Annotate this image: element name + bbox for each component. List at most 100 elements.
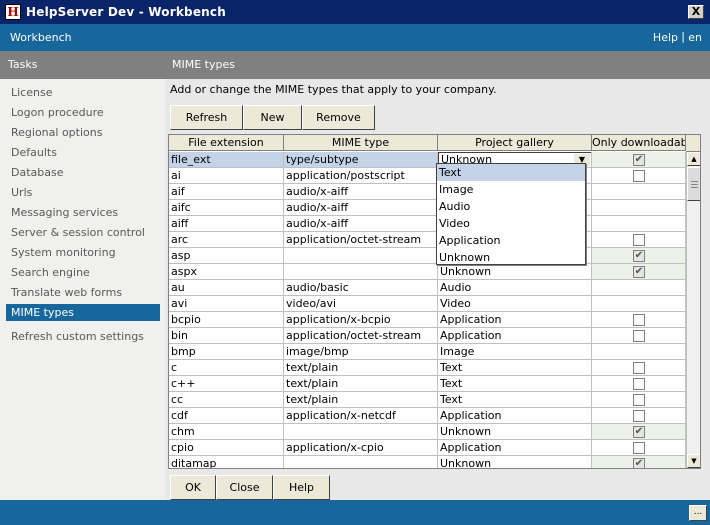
- table-row[interactable]: ditamap Unknown ✔: [169, 456, 686, 468]
- checkbox-checked-icon[interactable]: ✔: [633, 250, 645, 262]
- mime-type-cell[interactable]: application/x-cpio: [284, 440, 438, 456]
- scroll-up-arrow-icon[interactable]: ▲: [687, 152, 700, 166]
- sidebar-item-regional-options[interactable]: Regional options: [6, 124, 160, 141]
- only-downloadable-cell[interactable]: [592, 360, 686, 376]
- table-row[interactable]: asp ✔: [169, 248, 686, 264]
- file-extension-cell[interactable]: ai: [169, 168, 284, 184]
- mime-type-cell[interactable]: application/x-bcpio: [284, 312, 438, 328]
- file-extension-cell[interactable]: cpio: [169, 440, 284, 456]
- dropdown-option-unknown[interactable]: Unknown: [437, 249, 585, 266]
- new-button[interactable]: New: [243, 105, 302, 130]
- checkbox-checked-icon[interactable]: ✔: [633, 426, 645, 438]
- only-downloadable-cell[interactable]: [592, 392, 686, 408]
- file-extension-cell[interactable]: chm: [169, 424, 284, 440]
- only-downloadable-cell[interactable]: ✔: [592, 424, 686, 440]
- only-downloadable-cell[interactable]: ✔: [592, 264, 686, 280]
- checkbox-checked-icon[interactable]: ✔: [633, 154, 645, 166]
- project-gallery-cell[interactable]: Application: [438, 408, 592, 424]
- checkbox[interactable]: [633, 362, 645, 374]
- scroll-thumb[interactable]: [687, 167, 700, 201]
- only-downloadable-cell[interactable]: [592, 440, 686, 456]
- only-downloadable-cell[interactable]: [592, 168, 686, 184]
- dropdown-option-application[interactable]: Application: [437, 232, 585, 249]
- only-downloadable-cell[interactable]: [592, 216, 686, 232]
- sidebar-item-mime-types[interactable]: MIME types: [6, 304, 160, 321]
- file-extension-cell[interactable]: bcpio: [169, 312, 284, 328]
- mime-type-cell[interactable]: video/avi: [284, 296, 438, 312]
- file-extension-cell[interactable]: avi: [169, 296, 284, 312]
- mime-type-cell[interactable]: application/octet-stream: [284, 232, 438, 248]
- project-gallery-cell[interactable]: Unknown: [438, 264, 592, 280]
- table-row[interactable]: arc application/octet-stream: [169, 232, 686, 248]
- checkbox[interactable]: [633, 378, 645, 390]
- file-extension-cell[interactable]: ditamap: [169, 456, 284, 468]
- language-link[interactable]: en: [688, 31, 702, 44]
- help-link[interactable]: Help: [653, 31, 678, 44]
- checkbox[interactable]: [633, 314, 645, 326]
- file-extension-cell[interactable]: cdf: [169, 408, 284, 424]
- only-downloadable-cell[interactable]: [592, 200, 686, 216]
- only-downloadable-cell[interactable]: [592, 232, 686, 248]
- close-button[interactable]: Close: [216, 475, 273, 500]
- scroll-down-arrow-icon[interactable]: ▼: [687, 454, 700, 468]
- column-header-file-extension[interactable]: File extension: [169, 135, 284, 151]
- file-extension-cell[interactable]: file_ext: [169, 152, 284, 168]
- file-extension-cell[interactable]: bin: [169, 328, 284, 344]
- file-extension-cell[interactable]: bmp: [169, 344, 284, 360]
- only-downloadable-cell[interactable]: [592, 344, 686, 360]
- mime-type-cell[interactable]: audio/x-aiff: [284, 184, 438, 200]
- file-extension-cell[interactable]: aifc: [169, 200, 284, 216]
- mime-type-cell[interactable]: [284, 248, 438, 264]
- mime-type-cell[interactable]: audio/x-aiff: [284, 200, 438, 216]
- table-row[interactable]: chm Unknown ✔: [169, 424, 686, 440]
- project-gallery-cell[interactable]: Application: [438, 312, 592, 328]
- only-downloadable-cell[interactable]: ✔: [592, 456, 686, 468]
- only-downloadable-cell[interactable]: [592, 184, 686, 200]
- checkbox[interactable]: [633, 234, 645, 246]
- project-gallery-cell[interactable]: Text: [438, 376, 592, 392]
- sidebar-item-messaging-services[interactable]: Messaging services: [6, 204, 160, 221]
- checkbox[interactable]: [633, 410, 645, 422]
- file-extension-cell[interactable]: aspx: [169, 264, 284, 280]
- project-gallery-cell[interactable]: Unknown: [438, 424, 592, 440]
- table-row[interactable]: bcpio application/x-bcpio Application: [169, 312, 686, 328]
- refresh-button[interactable]: Refresh: [170, 105, 243, 130]
- only-downloadable-cell[interactable]: ✔: [592, 152, 686, 168]
- remove-button[interactable]: Remove: [302, 105, 375, 130]
- sidebar-item-server-session-control[interactable]: Server & session control: [6, 224, 160, 241]
- help-button[interactable]: Help: [273, 475, 330, 500]
- file-extension-cell[interactable]: c++: [169, 376, 284, 392]
- mime-type-cell[interactable]: image/bmp: [284, 344, 438, 360]
- table-row[interactable]: cpio application/x-cpio Application: [169, 440, 686, 456]
- file-extension-cell[interactable]: aiff: [169, 216, 284, 232]
- column-header-mime-type[interactable]: MIME type: [284, 135, 438, 151]
- close-window-button[interactable]: X: [688, 5, 704, 19]
- table-row[interactable]: file_ext type/subtype Unknown ▼ ✔: [169, 152, 686, 168]
- project-gallery-cell[interactable]: Unknown: [438, 456, 592, 468]
- dropdown-option-image[interactable]: Image: [437, 181, 585, 198]
- only-downloadable-cell[interactable]: [592, 312, 686, 328]
- mime-type-cell[interactable]: audio/basic: [284, 280, 438, 296]
- sidebar-item-urls[interactable]: Urls: [6, 184, 160, 201]
- mime-type-cell[interactable]: [284, 424, 438, 440]
- mime-type-cell[interactable]: application/octet-stream: [284, 328, 438, 344]
- table-row[interactable]: bin application/octet-stream Application: [169, 328, 686, 344]
- checkbox-checked-icon[interactable]: ✔: [633, 266, 645, 278]
- only-downloadable-cell[interactable]: [592, 376, 686, 392]
- only-downloadable-cell[interactable]: [592, 408, 686, 424]
- dropdown-option-text[interactable]: Text: [437, 164, 585, 181]
- file-extension-cell[interactable]: c: [169, 360, 284, 376]
- mime-type-cell[interactable]: application/postscript: [284, 168, 438, 184]
- checkbox[interactable]: [633, 442, 645, 454]
- mime-type-cell[interactable]: application/x-netcdf: [284, 408, 438, 424]
- project-gallery-cell[interactable]: Text: [438, 392, 592, 408]
- sidebar-item-search-engine[interactable]: Search engine: [6, 264, 160, 281]
- project-gallery-cell[interactable]: Application: [438, 328, 592, 344]
- column-header-project-gallery[interactable]: Project gallery: [438, 135, 592, 151]
- status-more-button[interactable]: ...: [689, 505, 707, 521]
- mime-type-cell[interactable]: audio/x-aiff: [284, 216, 438, 232]
- table-row[interactable]: aiff audio/x-aiff: [169, 216, 686, 232]
- sidebar-item-translate-web-forms[interactable]: Translate web forms: [6, 284, 160, 301]
- sidebar-item-system-monitoring[interactable]: System monitoring: [6, 244, 160, 261]
- table-row[interactable]: aif audio/x-aiff: [169, 184, 686, 200]
